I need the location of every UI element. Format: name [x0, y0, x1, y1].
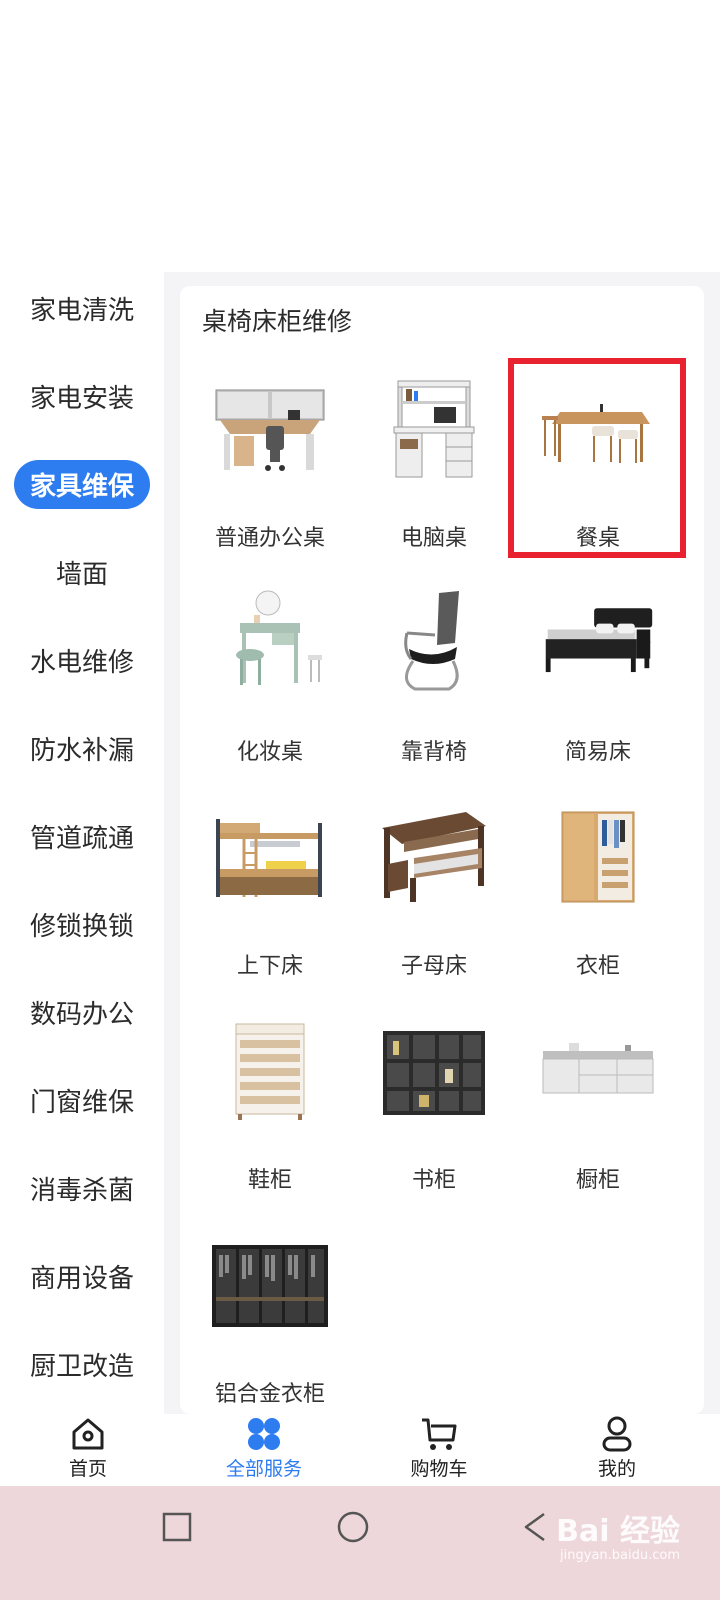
service-item-label: 化妆桌	[236, 740, 303, 765]
highlight-box	[508, 358, 686, 558]
profile-icon	[597, 1414, 637, 1454]
bottom-navigation: 首页 全部服务 购物车 我的	[0, 1414, 720, 1486]
service-item-computer-desk[interactable]: 电脑桌	[350, 370, 518, 575]
sidebar-item-waterproofing[interactable]: 防水补漏	[0, 718, 164, 778]
bookcase-image	[374, 1012, 494, 1132]
sidebar-item-furniture-repair[interactable]: 家具维保	[0, 454, 164, 514]
service-item-label: 书柜	[411, 1168, 456, 1193]
watermark-url: jingyan.baidu.com	[560, 1548, 680, 1563]
sidebar-item-wall[interactable]: 墙面	[0, 542, 164, 602]
nav-cart[interactable]: 购物车	[364, 1414, 514, 1486]
service-item-office-desk[interactable]: 普通办公桌	[186, 370, 354, 575]
sidebar-item-pipe-dredging[interactable]: 管道疏通	[0, 806, 164, 866]
sidebar-item-label: 数码办公	[29, 999, 134, 1030]
service-item-office-chair[interactable]: 靠背椅	[350, 584, 518, 789]
service-item-label: 靠背椅	[400, 740, 467, 765]
sidebar-item-doors-windows[interactable]: 门窗维保	[0, 1070, 164, 1130]
service-item-label: 简易床	[564, 740, 631, 765]
office-chair-image	[374, 584, 494, 704]
back-icon[interactable]	[520, 1512, 550, 1546]
nav-label: 首页	[68, 1458, 107, 1480]
service-item-dressing-table[interactable]: 化妆桌	[186, 584, 354, 789]
aluminum-wardrobe-image	[210, 1226, 330, 1346]
services-icon	[244, 1414, 284, 1454]
service-item-kitchen-cabinet[interactable]: 橱柜	[514, 1012, 682, 1217]
sidebar-item-commercial-equipment[interactable]: 商用设备	[0, 1246, 164, 1306]
watermark-logo: Bai 经验	[556, 1514, 680, 1549]
sidebar-item-label: 家电清洗	[29, 295, 134, 326]
bunk-bed-image	[210, 798, 330, 918]
service-item-label: 衣柜	[575, 954, 620, 979]
sidebar-item-label: 门窗维保	[29, 1087, 134, 1118]
category-sidebar: 家电清洗 家电安装 家具维保 墙面 水电维修 防水补漏 管道疏通 修锁换锁 数码…	[0, 272, 164, 1414]
sidebar-item-appliance-install[interactable]: 家电安装	[0, 366, 164, 426]
service-item-aluminum-wardrobe[interactable]: 铝合金衣柜	[186, 1226, 354, 1414]
computer-desk-image	[374, 370, 494, 490]
service-item-trundle-bed[interactable]: 子母床	[350, 798, 518, 1003]
kitchen-cabinet-image	[538, 1012, 658, 1132]
nav-label: 全部服务	[225, 1458, 302, 1480]
service-item-bed[interactable]: 简易床	[514, 584, 682, 789]
home-circle-icon[interactable]	[336, 1510, 370, 1548]
sidebar-item-label: 商用设备	[29, 1263, 134, 1294]
shoe-cabinet-image	[210, 1012, 330, 1132]
service-item-label: 电脑桌	[400, 526, 467, 551]
sidebar-item-appliance-cleaning[interactable]: 家电清洗	[0, 278, 164, 338]
sidebar-item-label: 防水补漏	[29, 735, 134, 766]
system-navigation-bar: Bai 经验 jingyan.baidu.com	[0, 1486, 720, 1600]
recent-apps-icon[interactable]	[162, 1512, 192, 1546]
service-item-label: 橱柜	[575, 1168, 620, 1193]
nav-all-services[interactable]: 全部服务	[189, 1414, 339, 1486]
nav-home[interactable]: 首页	[13, 1414, 163, 1486]
office-desk-image	[210, 370, 330, 490]
sidebar-item-locksmith[interactable]: 修锁换锁	[0, 894, 164, 954]
sidebar-item-label: 墙面	[55, 559, 108, 590]
sidebar-item-label: 厨卫改造	[29, 1351, 134, 1382]
sidebar-item-label: 家具维保	[13, 459, 150, 509]
sidebar-item-kitchen-bath[interactable]: 厨卫改造	[0, 1334, 164, 1394]
sidebar-item-digital-office[interactable]: 数码办公	[0, 982, 164, 1042]
service-item-shoe-cabinet[interactable]: 鞋柜	[186, 1012, 354, 1217]
wardrobe-image	[538, 798, 658, 918]
trundle-bed-image	[374, 798, 494, 918]
sidebar-item-label: 修锁换锁	[29, 911, 134, 942]
service-item-label: 子母床	[400, 954, 467, 979]
nav-profile[interactable]: 我的	[542, 1414, 692, 1486]
sidebar-item-label: 家电安装	[29, 383, 134, 414]
sidebar-item-label: 管道疏通	[29, 823, 134, 854]
service-item-bunk-bed[interactable]: 上下床	[186, 798, 354, 1003]
service-item-label: 上下床	[236, 954, 303, 979]
service-item-label: 普通办公桌	[214, 526, 325, 551]
service-item-bookcase[interactable]: 书柜	[350, 1012, 518, 1217]
bed-image	[538, 584, 658, 704]
home-icon	[68, 1414, 108, 1454]
sidebar-item-label: 消毒杀菌	[29, 1175, 134, 1206]
sidebar-item-plumbing-electric[interactable]: 水电维修	[0, 630, 164, 690]
cart-icon	[419, 1414, 459, 1454]
service-item-label: 铝合金衣柜	[214, 1382, 325, 1407]
service-item-wardrobe[interactable]: 衣柜	[514, 798, 682, 1003]
dressing-table-image	[210, 584, 330, 704]
sidebar-item-disinfection[interactable]: 消毒杀菌	[0, 1158, 164, 1218]
nav-label: 我的	[597, 1458, 636, 1480]
service-item-label: 鞋柜	[247, 1168, 292, 1193]
top-blank-area	[0, 0, 720, 272]
sidebar-item-label: 水电维修	[29, 647, 134, 678]
nav-label: 购物车	[410, 1458, 468, 1480]
section-title: 桌椅床柜维修	[202, 307, 353, 336]
